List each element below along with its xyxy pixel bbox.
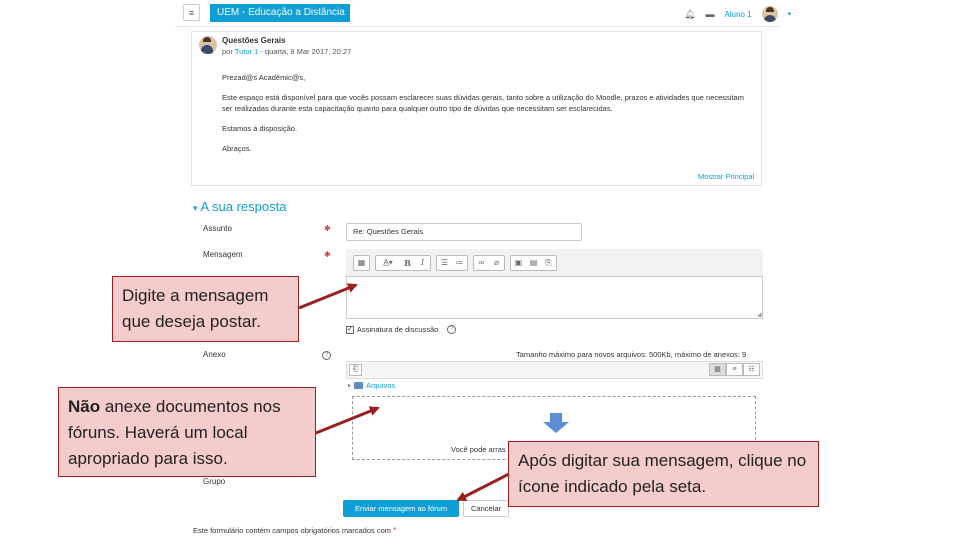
drop-arrow-icon (543, 413, 569, 433)
filemanager-view-switch: ▦ ≡ ☷ (709, 363, 760, 376)
discussion-signature: ✓ Assinatura de discussão ? (346, 325, 457, 334)
required-fields-text: Este formulário contém campos obrigatóri… (193, 526, 394, 535)
drop-zone-text: Você pode arras (451, 445, 506, 454)
user-menu-name[interactable]: Aluno 1 (724, 10, 751, 19)
show-parent-link[interactable]: Mostrar Principal (698, 172, 754, 181)
post-date: - quarta, 8 Mar 2017, 20:27 (258, 47, 352, 56)
collapse-triangle-icon: ▾ (193, 203, 198, 213)
add-file-icon[interactable]: ⎗ (349, 364, 362, 376)
signature-label: Assinatura de discussão (357, 325, 439, 334)
attachment-label: Anexo (203, 350, 226, 359)
resize-handle-icon[interactable]: ◢ (757, 311, 762, 318)
post-body: Prezad@s Acadêmic@s, Este espaço está di… (222, 72, 752, 163)
callout-text: anexe documentos nos fóruns. Haverá um l… (68, 397, 281, 468)
post-paragraph: Este espaço está disponível para que voc… (222, 93, 744, 113)
reply-section-header[interactable]: ▾ A sua resposta (193, 199, 286, 214)
link-icon[interactable]: ∞ (474, 256, 489, 270)
post-author-link[interactable]: Tutor 1 (235, 47, 258, 56)
view-list-icon[interactable]: ≡ (726, 363, 743, 376)
view-icons-icon[interactable]: ▦ (709, 363, 726, 376)
font-style-dropdown-icon[interactable]: A̲▾ (376, 256, 400, 270)
notifications-bell-icon[interactable]: 🔔︎ (684, 9, 695, 20)
ordered-list-icon[interactable]: ≔ (452, 256, 467, 270)
unlink-icon[interactable]: ⌀ (489, 256, 504, 270)
help-icon[interactable]: ? (322, 351, 331, 360)
reply-section-title: A sua resposta (200, 199, 287, 214)
site-brand-link[interactable]: UEM - Educação a Distância (210, 4, 350, 22)
editor-toolbar: ▦ A̲▾ B I ☰ ≔ ∞ ⌀ ▣ ▤ ⎘ (346, 249, 763, 277)
folder-icon (354, 382, 364, 389)
expand-triangle-icon[interactable]: ▸ (348, 382, 351, 389)
post-paragraph: Prezad@s Acadêmic@s, (222, 73, 306, 82)
callout-no-attachments: Não anexe documentos nos fóruns. Haverá … (58, 387, 316, 477)
help-icon[interactable]: ? (447, 325, 457, 334)
callout-type-message: Digite a mensagem que deseja postar. (112, 276, 299, 342)
post-meta: por Tutor 1 - quarta, 8 Mar 2017, 20:27 (222, 47, 351, 56)
chevron-down-icon[interactable]: ▾ (788, 10, 792, 18)
required-icon: ✱ (324, 250, 331, 259)
bold-icon[interactable]: B (400, 256, 415, 270)
file-manage-icon[interactable]: ⎘ (541, 256, 556, 270)
subject-label: Assunto (203, 224, 232, 233)
message-label: Mensagem (203, 250, 243, 259)
post-subject: Questões Gerais (222, 36, 286, 45)
hamburger-icon[interactable]: ≡ (183, 4, 200, 21)
files-folder-link[interactable]: Arquivos (366, 381, 395, 390)
submit-forum-post-button[interactable]: Enviar mensagem ao fórum (343, 500, 459, 517)
callout-emphasis: Não (68, 397, 101, 416)
group-label: Grupo (203, 477, 226, 486)
filemanager-path: ▸ Arquivos (348, 381, 395, 390)
italic-icon[interactable]: I (415, 256, 430, 270)
image-icon[interactable]: ▣ (511, 256, 526, 270)
post-paragraph: Estamos à disposição. (222, 124, 298, 133)
view-tree-icon[interactable]: ☷ (743, 363, 760, 376)
required-fields-note: Este formulário contém campos obrigatóri… (193, 526, 396, 535)
post-paragraph: Abraços. (222, 144, 252, 153)
filemanager-toolbar (346, 361, 763, 379)
user-avatar[interactable] (761, 6, 778, 22)
callout-click-submit: Após digitar sua mensagem, clique no íco… (508, 441, 819, 507)
toolbar-toggle-icon[interactable]: ▦ (354, 256, 369, 270)
signature-checkbox[interactable]: ✓ (346, 325, 354, 334)
required-icon: ✱ (324, 224, 331, 233)
navbar-user-area: 🔔︎ ▬ Aluno 1 ▾ (684, 6, 791, 22)
cancel-button[interactable]: Cancelar (463, 500, 509, 517)
media-icon[interactable]: ▤ (526, 256, 541, 270)
post-meta-prefix: por (222, 47, 235, 56)
subject-input[interactable]: Re: Questões Gerais (346, 223, 582, 241)
post-author-avatar[interactable] (199, 36, 217, 54)
max-file-size-info: Tamanho máximo para novos arquivos: 500K… (516, 350, 747, 359)
messages-icon[interactable]: ▬ (705, 9, 714, 19)
required-mark: * (393, 526, 397, 535)
unordered-list-icon[interactable]: ☰ (437, 256, 452, 270)
